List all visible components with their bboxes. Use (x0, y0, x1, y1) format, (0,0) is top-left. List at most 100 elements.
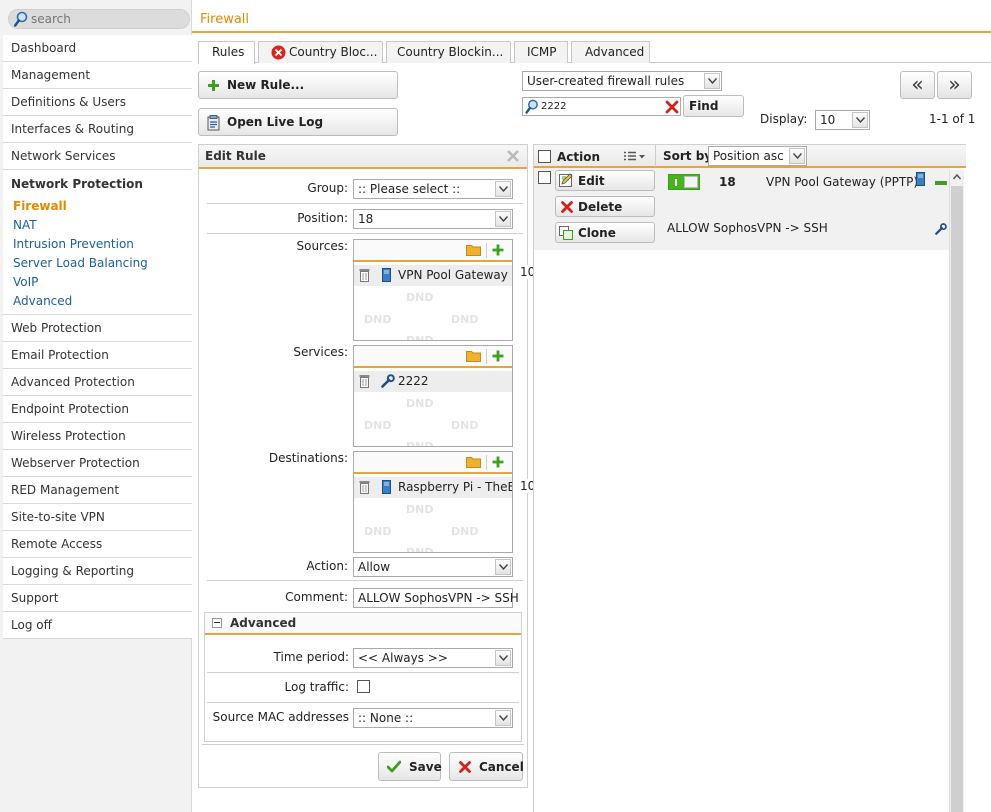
find-button[interactable]: Find (683, 95, 744, 117)
next-page-button[interactable]: » (937, 71, 972, 99)
list-item[interactable]: Raspberry Pi - TheBe (354, 477, 512, 498)
folder-icon[interactable] (466, 456, 481, 468)
sidebar-item-web-protection[interactable]: Web Protection (3, 315, 192, 342)
edit-button[interactable]: Edit (555, 170, 655, 191)
sidebar-subitem-firewall[interactable]: Firewall (3, 197, 192, 216)
destinations-item-label: Raspberry Pi - TheBe (398, 480, 513, 494)
source-mac-select[interactable]: :: None :: (353, 708, 513, 728)
tab-country-blocking-label: Country Bloc... (289, 45, 378, 59)
sidebar-subitem-advanced[interactable]: Advanced (3, 292, 192, 311)
action-select[interactable]: Allow (353, 557, 513, 577)
time-period-select[interactable]: << Always >> (353, 648, 513, 668)
tab-country-blocking-exceptions[interactable]: Country Blockin... (386, 41, 511, 63)
column-menu-icon[interactable] (624, 151, 646, 162)
dnd-watermark: DND (451, 313, 479, 326)
group-select[interactable]: :: Please select :: (353, 179, 513, 199)
sidebar-subitem-intrusion-prevention[interactable]: Intrusion Prevention (3, 235, 192, 254)
plus-icon[interactable] (492, 350, 504, 362)
folder-icon[interactable] (466, 244, 481, 256)
sidebar-item-endpoint-protection[interactable]: Endpoint Protection (3, 396, 192, 423)
scrollbar-thumb[interactable] (951, 186, 963, 812)
plus-icon[interactable] (492, 456, 504, 468)
sidebar-item-remote-access[interactable]: Remote Access (3, 531, 192, 558)
trash-icon[interactable] (359, 374, 370, 388)
previous-page-button[interactable]: « (900, 71, 935, 99)
dnd-watermark: DND (364, 525, 392, 538)
sidebar-subitem-server-load-balancing[interactable]: Server Load Balancing (3, 254, 192, 273)
open-live-log-button[interactable]: Open Live Log (198, 108, 398, 136)
save-button[interactable]: Save (378, 752, 442, 781)
sidebar-item-site-to-site-vpn[interactable]: Site-to-site VPN (3, 504, 192, 531)
sidebar-item-logging-reporting[interactable]: Logging & Reporting (3, 558, 192, 585)
sidebar-item-dashboard[interactable]: Dashboard (3, 35, 192, 62)
sidebar-item-webserver-protection[interactable]: Webserver Protection (3, 450, 192, 477)
clear-icon[interactable] (665, 100, 679, 114)
sidebar-item-support[interactable]: Support (3, 585, 192, 612)
trash-icon[interactable] (359, 268, 370, 282)
dnd-watermark: DND (406, 503, 434, 516)
rule-checkbox[interactable] (538, 171, 551, 184)
position-select[interactable]: 18 (353, 209, 513, 229)
select-all-checkbox[interactable] (538, 150, 551, 163)
scrollbar[interactable] (949, 170, 964, 812)
trash-icon[interactable] (359, 480, 370, 494)
rule-filter-select[interactable]: User-created firewall rules (522, 71, 722, 91)
sidebar-item-advanced-protection[interactable]: Advanced Protection (3, 369, 192, 396)
search-input[interactable] (31, 11, 181, 27)
sidebar-item-definitions-users[interactable]: Definitions & Users (3, 89, 192, 116)
destinations-list[interactable]: Raspberry Pi - TheBe DND DND DND DND (353, 451, 513, 553)
services-list[interactable]: 2222 DND DND DND DND (353, 345, 513, 447)
new-rule-button[interactable]: New Rule... (198, 71, 398, 99)
plus-icon[interactable] (492, 244, 504, 256)
tab-rules[interactable]: Rules (198, 41, 255, 64)
sort-select[interactable]: Position asc (708, 146, 807, 166)
advanced-header[interactable]: Advanced (205, 613, 521, 635)
sidebar-item-interfaces-routing[interactable]: Interfaces & Routing (3, 116, 192, 143)
clone-label: Clone (578, 225, 616, 240)
edit-rule-panel: Edit Rule Group: :: Please select :: Pos… (198, 144, 585, 788)
open-live-log-label: Open Live Log (227, 115, 324, 129)
tab-advanced-label: Advanced (585, 45, 645, 59)
chevron-up-icon[interactable] (952, 172, 962, 182)
tab-country-blocking[interactable]: Country Bloc... (258, 41, 383, 63)
search-box[interactable] (8, 9, 190, 29)
tab-advanced[interactable]: Advanced (571, 41, 650, 63)
sidebar-item-management[interactable]: Management (3, 62, 192, 89)
sort-value: Position asc (713, 149, 784, 163)
display-count-select[interactable]: 10 (815, 110, 870, 130)
collapse-icon[interactable] (212, 618, 222, 628)
chevron-down-icon (704, 73, 720, 89)
sidebar-subitem-voip[interactable]: VoIP (3, 273, 192, 292)
chevron-down-icon (495, 181, 511, 197)
find-input[interactable] (541, 99, 659, 114)
destinations-label: Destinations: (268, 451, 348, 465)
clone-button[interactable]: Clone (555, 222, 655, 243)
list-item[interactable]: 2222 (354, 371, 512, 392)
tab-icmp-label: ICMP (527, 45, 557, 59)
advanced-title: Advanced (230, 616, 297, 630)
find-field[interactable] (522, 97, 681, 116)
sidebar-item-red-management[interactable]: RED Management (3, 477, 192, 504)
dnd-watermark: DND (406, 397, 434, 410)
sidebar-subitem-nat[interactable]: NAT (3, 216, 192, 235)
comment-value: ALLOW SophosVPN -> SSH (358, 591, 519, 605)
rule-enabled-toggle[interactable] (668, 174, 700, 190)
list-item[interactable]: VPN Pool Gateway (F (354, 265, 512, 286)
sidebar-item-wireless-protection[interactable]: Wireless Protection (3, 423, 192, 450)
delete-button[interactable]: Delete (555, 196, 655, 217)
sidebar-item-email-protection[interactable]: Email Protection (3, 342, 192, 369)
cancel-button[interactable]: Cancel (449, 752, 524, 781)
folder-icon[interactable] (466, 350, 481, 362)
error-icon (271, 45, 286, 60)
delete-label: Delete (578, 199, 623, 214)
comment-input[interactable]: ALLOW SophosVPN -> SSH (353, 588, 519, 608)
sources-list[interactable]: VPN Pool Gateway (F DND DND DND DND (353, 239, 513, 341)
sidebar-item-network-services[interactable]: Network Services (3, 143, 192, 170)
dnd-watermark: DND (406, 291, 434, 304)
sidebar-item-log-off[interactable]: Log off (3, 612, 192, 639)
tab-icmp[interactable]: ICMP (514, 41, 568, 63)
tab-country-blocking-exceptions-label: Country Blockin... (397, 45, 504, 59)
sidebar-item-network-protection[interactable]: Network Protection (3, 170, 192, 197)
close-icon[interactable] (507, 150, 519, 162)
log-traffic-checkbox[interactable] (357, 680, 370, 693)
